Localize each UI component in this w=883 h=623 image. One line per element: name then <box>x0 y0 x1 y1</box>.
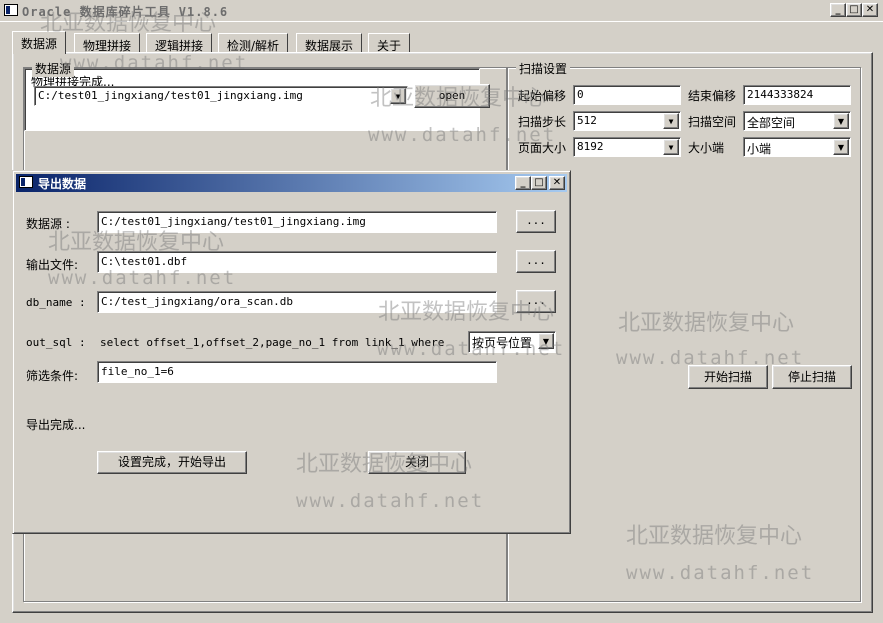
start-offset-label: 起始偏移 <box>518 89 567 103</box>
dlg-dbname-browse-button[interactable]: ... <box>516 290 556 313</box>
dlg-status-text: 导出完成... <box>26 418 86 432</box>
chevron-down-icon[interactable]: ▼ <box>538 333 554 349</box>
step-value: 512 <box>577 114 597 127</box>
endian-select[interactable]: 小端 ▼ <box>743 137 851 157</box>
end-offset-input[interactable]: 2144333824 <box>743 85 851 105</box>
space-select[interactable]: 全部空间 ▼ <box>743 111 851 131</box>
maximize-button[interactable]: □ <box>846 3 862 17</box>
dlg-sql-label: out_sql : <box>26 336 86 349</box>
dialog-icon <box>19 176 33 188</box>
dlg-dbname-label: db_name : <box>26 296 86 309</box>
app-icon <box>4 4 18 16</box>
stop-scan-button[interactable]: 停止扫描 <box>772 365 852 389</box>
dlg-sort-select[interactable]: 按页号位置 ▼ <box>468 331 556 353</box>
step-select[interactable]: 512 ▼ <box>573 111 681 131</box>
dlg-sql-text: select offset_1,offset_2,page_no_1 from … <box>100 336 445 349</box>
window-title: Oracle 数据库碎片工具 V1.8.6 <box>22 5 229 19</box>
open-button[interactable]: open <box>414 84 490 108</box>
dlg-sort-value: 按页号位置 <box>472 336 533 350</box>
dlg-datasource-label: 数据源 : <box>26 217 70 231</box>
export-start-button[interactable]: 设置完成，开始导出 <box>97 451 247 474</box>
dialog-close-action-button[interactable]: 关闭 <box>368 451 466 474</box>
datasource-path-combo[interactable]: C:/test01_jingxiang/test01_jingxiang.img… <box>34 86 408 106</box>
endian-value: 小端 <box>747 142 772 156</box>
main-title-bar[interactable]: Oracle 数据库碎片工具 V1.8.6 _ □ ✕ <box>0 0 883 22</box>
tab-about[interactable]: 关于 <box>368 33 411 53</box>
dialog-maximize-button[interactable]: □ <box>531 176 547 190</box>
dlg-output-input[interactable]: C:\test01.dbf <box>97 251 497 273</box>
page-size-value: 8192 <box>577 140 604 153</box>
tab-physical-join[interactable]: 物理拼接 <box>74 33 141 53</box>
chevron-down-icon[interactable]: ▼ <box>663 113 679 129</box>
export-dialog-title-bar[interactable]: 导出数据 _ □ ✕ <box>16 174 567 192</box>
minimize-button[interactable]: _ <box>830 3 846 17</box>
datasource-path-value: C:/test01_jingxiang/test01_jingxiang.img <box>38 89 303 102</box>
chevron-down-icon[interactable]: ▼ <box>833 113 849 129</box>
page-size-select[interactable]: 8192 ▼ <box>573 137 681 157</box>
tab-datasource[interactable]: 数据源 <box>12 31 67 54</box>
chevron-down-icon[interactable]: ▼ <box>663 139 679 155</box>
close-button[interactable]: ✕ <box>862 3 878 17</box>
step-label: 扫描步长 <box>518 115 567 129</box>
datasource-group-title: 数据源 <box>32 60 75 77</box>
space-label: 扫描空间 <box>688 115 737 129</box>
start-offset-input[interactable]: 0 <box>573 85 681 105</box>
endian-label: 大小端 <box>688 141 725 155</box>
dlg-datasource-input[interactable]: C:/test01_jingxiang/test01_jingxiang.img <box>97 211 497 233</box>
dlg-datasource-browse-button[interactable]: ... <box>516 210 556 233</box>
dlg-output-label: 输出文件: <box>26 258 79 272</box>
dlg-output-browse-button[interactable]: ... <box>516 250 556 273</box>
space-value: 全部空间 <box>747 116 796 130</box>
dlg-filter-input[interactable]: file_no_1=6 <box>97 361 497 383</box>
tab-detect-parse[interactable]: 检测/解析 <box>218 33 289 53</box>
tab-data-display[interactable]: 数据展示 <box>296 33 363 53</box>
export-dialog-title: 导出数据 <box>38 177 87 191</box>
scan-settings-title: 扫描设置 <box>516 60 571 77</box>
dialog-minimize-button[interactable]: _ <box>515 176 531 190</box>
dlg-filter-label: 筛选条件: <box>26 369 79 383</box>
dlg-dbname-input[interactable]: C:/test_jingxiang/ora_scan.db <box>97 291 497 313</box>
chevron-down-icon[interactable]: ▼ <box>390 88 406 104</box>
tab-logical-join[interactable]: 逻辑拼接 <box>146 33 213 53</box>
end-offset-label: 结束偏移 <box>688 89 737 103</box>
start-scan-button[interactable]: 开始扫描 <box>688 365 768 389</box>
page-size-label: 页面大小 <box>518 141 567 155</box>
chevron-down-icon[interactable]: ▼ <box>833 139 849 155</box>
dialog-close-button[interactable]: ✕ <box>549 176 565 190</box>
export-dialog: 导出数据 _ □ ✕ 数据源 : C:/test01_jingxiang/tes… <box>12 170 571 534</box>
